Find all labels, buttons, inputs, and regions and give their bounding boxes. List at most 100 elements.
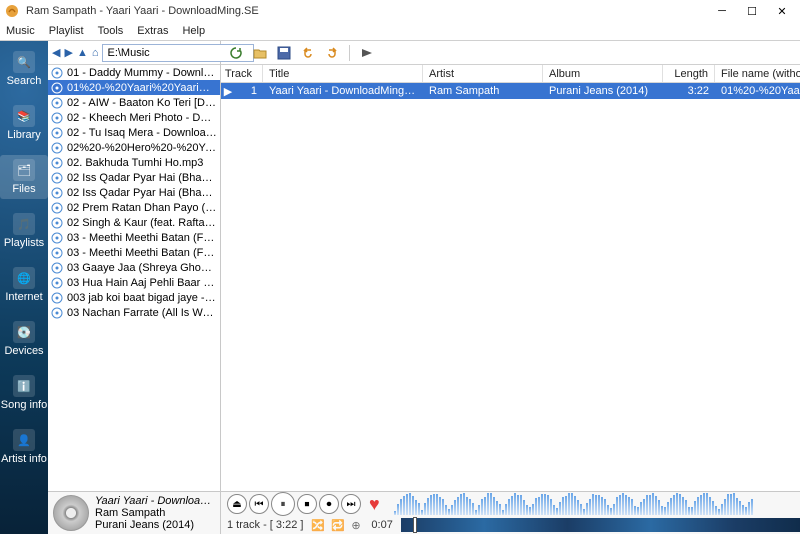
audio-file-icon [51, 172, 63, 184]
nav-up-icon[interactable]: ▲ [77, 44, 88, 62]
file-row[interactable]: 02 - AIW - Baaton Ko Teri [DJMaza.Info [48, 95, 220, 110]
menu-playlist[interactable]: Playlist [49, 25, 84, 37]
sidebar-item-label: Files [12, 183, 35, 195]
redo-icon[interactable] [323, 44, 341, 62]
file-row[interactable]: 02 Prem Ratan Dhan Payo (Title Song) [48, 200, 220, 215]
file-row[interactable]: 03 Hua Hain Aaj Pehli Baar - Sanam R [48, 275, 220, 290]
file-row[interactable]: 02. Bakhuda Tumhi Ho.mp3 [48, 155, 220, 170]
maximize-button[interactable]: ☐ [738, 2, 766, 20]
player-controls: ⏏ ⏮ ⏸ ⏹ ⏺ ⏭ ♥ 50% 1 track - [ 3:22 ] 🔀 🔁… [221, 491, 800, 534]
col-track[interactable]: Track [221, 65, 263, 82]
file-name: 02 - AIW - Baaton Ko Teri [DJMaza.Info [67, 97, 217, 109]
sidebar-item-label: Playlists [4, 237, 44, 249]
sidebar: 🔍Search 📚Library 🗂Files 🎵 Playlists 🌐Internet… [0, 41, 48, 534]
cell-artist: Ram Sampath [423, 85, 543, 97]
sidebar-item-internet[interactable]: 🌐Internet [0, 263, 48, 307]
shuffle-icon[interactable]: 🔀 [311, 519, 323, 531]
playlist-rows[interactable]: ▶1Yaari Yaari - DownloadMing.SERam Sampa… [221, 83, 800, 491]
menu-help[interactable]: Help [182, 25, 205, 37]
audio-file-icon [51, 247, 63, 259]
sidebar-item-devices[interactable]: 💽Devices [0, 317, 48, 361]
file-row[interactable]: 02 - Tu Isaq Mera - DownloadMing.SE [48, 125, 220, 140]
file-row[interactable]: 02%20-%20Hero%20-%20Yadaan%2017 [48, 140, 220, 155]
cell-title: Yaari Yaari - DownloadMing.SE [263, 85, 423, 97]
undo-icon[interactable] [299, 44, 317, 62]
sidebar-item-playlists[interactable]: 🎵 Playlists [0, 209, 48, 253]
file-row[interactable]: 02 Iss Qadar Pyar Hai (Bhaag Johnny) [48, 170, 220, 185]
file-row[interactable]: 02 Singh & Kaur (feat. Raftaar) (Singh [48, 215, 220, 230]
search-icon: 🔍 [13, 51, 35, 73]
app-icon [4, 3, 20, 19]
col-artist[interactable]: Artist [423, 65, 543, 82]
file-name: 01 - Daddy Mummy - DownloadMing [67, 67, 217, 79]
file-list[interactable]: 01 - Daddy Mummy - DownloadMing 01%20-%20… [48, 65, 220, 491]
rec-button[interactable]: ⏺ [319, 494, 339, 514]
file-navbar: ◀ ▶ ▲ ⌂ [48, 41, 220, 65]
audio-file-icon [51, 307, 63, 319]
file-row[interactable]: 02 Iss Qadar Pyar Hai (Bhaag Johnny) [48, 185, 220, 200]
next-button[interactable]: ⏭ [341, 494, 361, 514]
np-title: Yaari Yaari - DownloadMing.SE [95, 495, 215, 507]
sidebar-item-search[interactable]: 🔍Search [0, 47, 48, 91]
nav-forward-icon[interactable]: ▶ [64, 44, 72, 62]
file-row[interactable]: 03 - Meethi Meethi Batan (Fmw11.com [48, 230, 220, 245]
file-row[interactable]: 03 - Meethi Meethi Batan (Fmw11.com [48, 245, 220, 260]
file-row[interactable]: 02 - Kheech Meri Photo - DownloadM [48, 110, 220, 125]
sidebar-item-artist-info[interactable]: 👤Artist info [0, 425, 48, 469]
pause-button[interactable]: ⏸ [271, 492, 295, 516]
menubar: Music Playlist Tools Extras Help [0, 22, 800, 41]
favorite-icon[interactable]: ♥ [369, 494, 380, 515]
sidebar-item-files[interactable]: 🗂Files [0, 155, 48, 199]
save-icon[interactable] [275, 44, 293, 62]
now-playing: Yaari Yaari - DownloadMing.SE Ram Sampat… [48, 491, 220, 534]
stop-button[interactable]: ⏹ [297, 494, 317, 514]
file-row[interactable]: 01%20-%20Yaari%20Yaari%20-%20Do [48, 80, 220, 95]
audio-file-icon [51, 202, 63, 214]
playlist-row[interactable]: ▶1Yaari Yaari - DownloadMing.SERam Sampa… [221, 83, 800, 99]
file-row[interactable]: 003 jab koi baat bigad jaye - jurm .mp [48, 290, 220, 305]
nav-home-icon[interactable]: ⌂ [92, 44, 99, 62]
main-panel: Track Title Artist Album Length File nam… [221, 41, 800, 534]
cell-length: 3:22 [663, 85, 715, 97]
audio-file-icon [51, 97, 63, 109]
play-mode-icon[interactable] [358, 44, 376, 62]
menu-tools[interactable]: Tools [98, 25, 124, 37]
audio-file-icon [51, 142, 63, 154]
window-title: Ram Sampath - Yaari Yaari - DownloadMing… [26, 5, 706, 17]
minimize-button[interactable]: ─ [708, 2, 736, 20]
playlists-icon: 🎵 [13, 213, 35, 235]
audio-file-icon [51, 292, 63, 304]
file-name: 01%20-%20Yaari%20Yaari%20-%20Do [67, 82, 217, 94]
file-name: 02. Bakhuda Tumhi Ho.mp3 [67, 157, 203, 169]
eject-button[interactable]: ⏏ [227, 494, 247, 514]
file-row[interactable]: 01 - Daddy Mummy - DownloadMing [48, 65, 220, 80]
col-file[interactable]: File name (without path) [715, 65, 800, 82]
audio-file-icon [51, 232, 63, 244]
np-artist: Ram Sampath [95, 507, 215, 519]
file-name: 02 Iss Qadar Pyar Hai (Bhaag Johnny) [67, 187, 217, 199]
nav-back-icon[interactable]: ◀ [52, 44, 60, 62]
prev-button[interactable]: ⏮ [249, 494, 269, 514]
library-icon: 📚 [13, 105, 35, 127]
menu-music[interactable]: Music [6, 25, 35, 37]
menu-extras[interactable]: Extras [137, 25, 168, 37]
sidebar-item-song-info[interactable]: ℹ️Song info [0, 371, 48, 415]
close-button[interactable]: ✕ [768, 2, 796, 20]
col-album[interactable]: Album [543, 65, 663, 82]
file-name: 03 Hua Hain Aaj Pehli Baar - Sanam R [67, 277, 217, 289]
open-icon[interactable] [251, 44, 269, 62]
col-title[interactable]: Title [263, 65, 423, 82]
file-row[interactable]: 03 Nachan Farrate (All Is Well) Kanika [48, 305, 220, 320]
audio-file-icon [51, 112, 63, 124]
seek-bar[interactable] [401, 518, 800, 532]
col-length[interactable]: Length [663, 65, 715, 82]
spectrum-visualizer [394, 493, 795, 515]
repeat-icon[interactable]: 🔁 [331, 519, 343, 531]
refresh-icon[interactable] [227, 44, 245, 62]
file-name: 03 Nachan Farrate (All Is Well) Kanika [67, 307, 217, 319]
file-row[interactable]: 03 Gaaye Jaa (Shreya Ghoshal) Brothers [48, 260, 220, 275]
sidebar-item-library[interactable]: 📚Library [0, 101, 48, 145]
autoadd-icon[interactable]: ⊕ [351, 519, 363, 531]
audio-file-icon [51, 157, 63, 169]
np-album: Purani Jeans (2014) [95, 519, 215, 531]
